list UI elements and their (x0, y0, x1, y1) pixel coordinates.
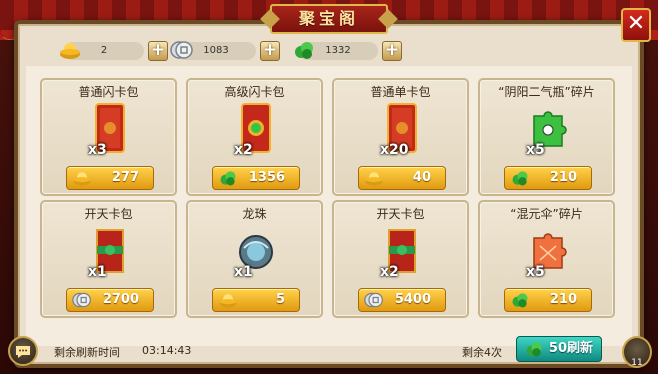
buy-button[interactable]: 1356 (212, 166, 300, 190)
refresh-timer-label: 剩余刷新时间 (54, 346, 120, 359)
add-jade-button[interactable]: + (382, 41, 402, 61)
currency-gold-field: 2 (60, 42, 144, 60)
card-name: 普通闪卡包 (78, 85, 139, 99)
currency-silver-field: 1083 (170, 41, 256, 60)
card-quantity: x20 (380, 142, 409, 158)
card-name: “阴阳二气瓶”碎片 (498, 85, 595, 99)
gold-ingot-icon (365, 172, 383, 186)
gold-ingot-icon (219, 294, 237, 308)
card-quantity: x2 (234, 142, 253, 158)
add-silver-button[interactable]: + (260, 41, 280, 61)
refresh-timer-value: 03:14:43 (142, 344, 192, 357)
currency-jade: 1332 + (286, 40, 402, 62)
card-quantity: x1 (88, 264, 107, 280)
page-title: 聚宝阁 (270, 4, 388, 34)
buy-button[interactable]: 277 (66, 166, 154, 190)
price-value: 40 (412, 170, 431, 185)
price-value: 210 (549, 292, 577, 307)
chat-bubble-icon (16, 346, 30, 358)
social-button[interactable]: 11 (622, 336, 652, 368)
silver-coin-icon (170, 41, 193, 59)
price-value: 277 (111, 170, 139, 185)
gold-ingot-icon (73, 172, 91, 186)
gold-ingot-icon (60, 43, 80, 59)
buy-button[interactable]: 210 (504, 166, 592, 190)
remaining-refreshes: 剩余4次 (462, 346, 502, 359)
shop-card-yinyang-fragment[interactable]: “阴阳二气瓶”碎片 x5 210 (478, 78, 615, 196)
buy-button[interactable]: 5 (212, 288, 300, 312)
shop-card-hunyuan-fragment[interactable]: “混元伞”碎片 x5 210 (478, 200, 615, 318)
price-value: 1356 (248, 170, 285, 185)
card-name: “混元伞”碎片 (510, 207, 583, 221)
jade-icon (526, 342, 542, 357)
silver-coin-icon (72, 292, 91, 308)
refresh-button-label: 50刷新 (548, 341, 593, 356)
currency-gold-value: 2 (100, 45, 108, 56)
card-quantity: x1 (234, 264, 253, 280)
card-quantity: x5 (526, 142, 545, 158)
currency-silver: 1083 + (164, 40, 280, 62)
price-value: 5 (275, 292, 285, 307)
buy-button[interactable]: 5400 (358, 288, 446, 312)
currency-jade-value: 1332 (325, 45, 351, 56)
jade-icon (295, 42, 313, 59)
social-badge: 11 (631, 358, 643, 368)
card-name: 龙珠 (242, 207, 267, 221)
price-value: 5400 (394, 292, 431, 307)
buy-button[interactable]: 2700 (66, 288, 154, 312)
silver-coin-icon (364, 292, 383, 308)
shop-card-kaitian-pack[interactable]: 开天卡包 x1 2700 (40, 200, 177, 318)
shop-card-kaitian-pack-2[interactable]: 开天卡包 x2 5400 (332, 200, 469, 318)
card-name: 开天卡包 (376, 207, 425, 221)
buy-button[interactable]: 40 (358, 166, 446, 190)
card-quantity: x5 (526, 264, 545, 280)
close-button[interactable]: ✕ (621, 8, 651, 42)
currency-silver-value: 1083 (203, 45, 229, 56)
jade-icon (220, 171, 236, 186)
card-quantity: x2 (380, 264, 399, 280)
card-name: 开天卡包 (84, 207, 133, 221)
price-value: 2700 (102, 292, 139, 307)
card-quantity: x3 (88, 142, 107, 158)
shop-card-normal-single-pack[interactable]: 普通单卡包 x20 40 (332, 78, 469, 196)
card-name: 高级闪卡包 (224, 85, 285, 99)
jade-icon (512, 293, 528, 308)
buy-button[interactable]: 210 (504, 288, 592, 312)
chat-button[interactable] (8, 336, 38, 366)
currency-gold: 2 + (52, 40, 168, 62)
refresh-button[interactable]: 50刷新 (516, 336, 602, 362)
currency-jade-field: 1332 (295, 42, 378, 60)
shop-card-normal-flash-pack[interactable]: 普通闪卡包 x3 277 (40, 78, 177, 196)
price-value: 210 (549, 170, 577, 185)
shop-card-advanced-flash-pack[interactable]: 高级闪卡包 x2 1356 (186, 78, 323, 196)
jade-icon (512, 171, 528, 186)
shop-card-dragon-orb[interactable]: 龙珠 x1 5 (186, 200, 323, 318)
card-name: 普通单卡包 (370, 85, 431, 99)
